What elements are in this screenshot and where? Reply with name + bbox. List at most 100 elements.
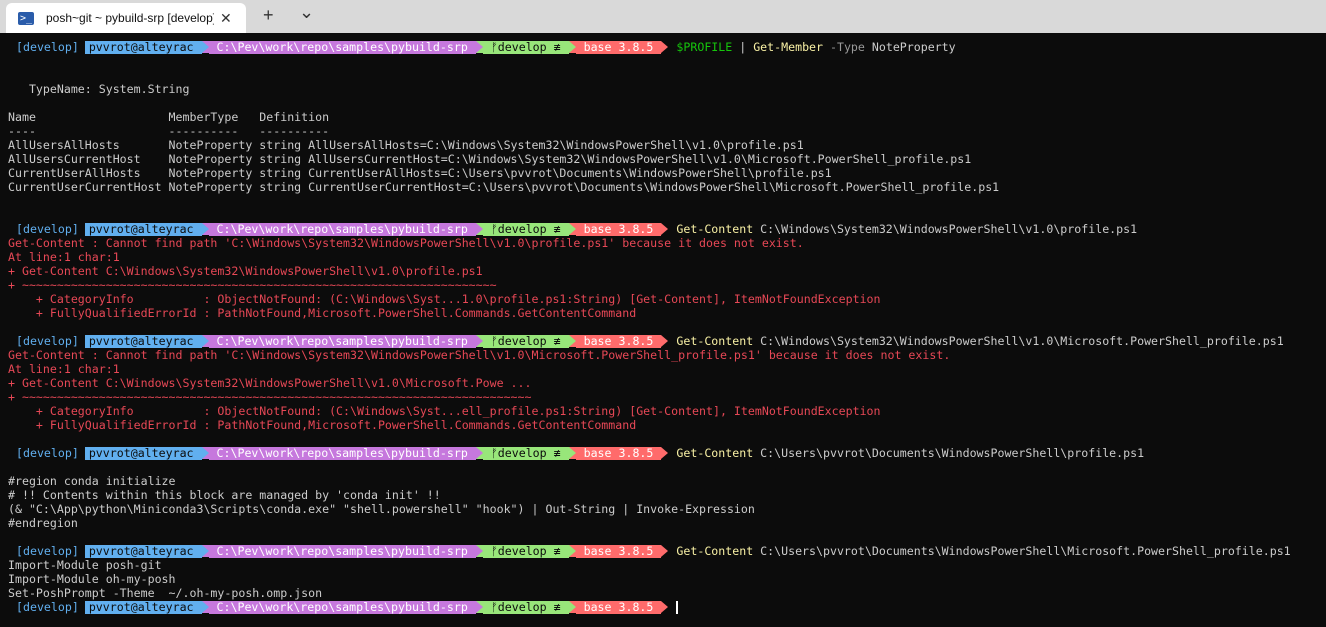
segment-separator — [568, 41, 576, 53]
error-line: + ~~~~~~~~~~~~~~~~~~~~~~~~~~~~~~~~~~~~~~… — [8, 278, 497, 292]
segment-separator — [201, 447, 209, 459]
git-status-segment: ᚠdevelop ≢ — [482, 544, 569, 558]
output-line: Import-Module oh-my-posh — [8, 572, 176, 586]
error-line: + Get-Content C:\Windows\System32\Window… — [8, 376, 532, 390]
error-line: At line:1 char:1 — [8, 250, 120, 264]
conda-env-segment: base 3.8.5 — [575, 40, 662, 54]
segment-separator — [201, 601, 209, 613]
output-line: #region conda initialize — [8, 474, 176, 488]
error-line: + FullyQualifiedErrorId : PathNotFound,M… — [8, 418, 637, 432]
error-line: At line:1 char:1 — [8, 362, 120, 376]
user-host-segment: pvvrot@alteyrac — [84, 446, 202, 460]
conda-env-segment: base 3.8.5 — [575, 222, 662, 236]
segment-separator — [661, 335, 669, 347]
segment-separator — [568, 601, 576, 613]
error-line: Get-Content : Cannot find path 'C:\Windo… — [8, 348, 951, 362]
user-host-segment: pvvrot@alteyrac — [84, 40, 202, 54]
output-line: Name MemberType Definition — [8, 110, 330, 124]
command-text: C:\Users\pvvrot\Documents\WindowsPowerSh… — [753, 446, 1145, 460]
git-branch-label: [develop] — [16, 333, 79, 348]
output-line: #endregion — [8, 516, 78, 530]
error-line: + ~~~~~~~~~~~~~~~~~~~~~~~~~~~~~~~~~~~~~~… — [8, 390, 532, 404]
error-line: + Get-Content C:\Windows\System32\Window… — [8, 264, 483, 278]
prompt: [develop] pvvrot@alteyrac C:\Pev\work\repo… — [8, 543, 669, 558]
terminal-output[interactable]: [develop] pvvrot@alteyrac C:\Pev\work\repo… — [0, 33, 1326, 627]
command-text: NoteProperty — [864, 40, 956, 54]
output-line: Import-Module posh-git — [8, 558, 162, 572]
output-line: TypeName: System.String — [8, 82, 190, 96]
prompt-line: [develop] pvvrot@alteyrac C:\Pev\work\repo… — [8, 222, 1137, 236]
command-text: Get-Content — [676, 222, 754, 236]
output-line: (& "C:\App\python\Miniconda3\Scripts\con… — [8, 502, 755, 516]
command-text: Get-Content — [676, 544, 754, 558]
prompt: [develop] pvvrot@alteyrac C:\Pev\work\repo… — [8, 599, 669, 614]
conda-env-segment: base 3.8.5 — [575, 544, 662, 558]
output-line: ---- ---------- ---------- — [8, 124, 330, 138]
git-status-segment: ᚠdevelop ≢ — [482, 600, 569, 614]
prompt-line: [develop] pvvrot@alteyrac C:\Pev\work\repo… — [8, 446, 1144, 460]
segment-separator — [568, 223, 576, 235]
terminal-tab[interactable]: >_ posh~git ~ pybuild-srp [develop] ✕ — [6, 3, 246, 33]
git-branch-label: [develop] — [16, 599, 79, 614]
segment-separator — [568, 335, 576, 347]
path-segment: C:\Pev\work\repo\samples\pybuild-srp — [208, 544, 476, 558]
output-line: CurrentUserAllHosts NoteProperty string … — [8, 166, 832, 180]
command-text: | — [732, 40, 754, 54]
command-text: C:\Windows\System32\WindowsPowerShell\v1… — [753, 222, 1138, 236]
output-line: # !! Contents within this block are mana… — [8, 488, 441, 502]
prompt-line: [develop] pvvrot@alteyrac C:\Pev\work\repo… — [8, 40, 956, 54]
git-status-segment: ᚠdevelop ≢ — [482, 446, 569, 460]
segment-separator — [661, 601, 669, 613]
path-segment: C:\Pev\work\repo\samples\pybuild-srp — [208, 222, 476, 236]
prompt-line[interactable]: [develop] pvvrot@alteyrac C:\Pev\work\repo… — [8, 599, 679, 614]
segment-separator — [661, 545, 669, 557]
command-text: C:\Users\pvvrot\Documents\WindowsPowerSh… — [753, 544, 1291, 558]
segment-separator — [661, 447, 669, 459]
git-status-segment: ᚠdevelop ≢ — [482, 40, 569, 54]
user-host-segment: pvvrot@alteyrac — [84, 222, 202, 236]
command-text: -Type — [823, 40, 865, 54]
segment-separator — [475, 447, 483, 459]
path-segment: C:\Pev\work\repo\samples\pybuild-srp — [208, 446, 476, 460]
segment-separator — [201, 545, 209, 557]
prompt: [develop] pvvrot@alteyrac C:\Pev\work\repo… — [8, 445, 669, 460]
conda-env-segment: base 3.8.5 — [575, 334, 662, 348]
prompt: [develop] pvvrot@alteyrac C:\Pev\work\repo… — [8, 39, 669, 54]
conda-env-segment: base 3.8.5 — [575, 446, 662, 460]
error-line: + CategoryInfo : ObjectNotFound: (C:\Win… — [8, 292, 881, 306]
git-branch-label: [develop] — [16, 445, 79, 460]
path-segment: C:\Pev\work\repo\samples\pybuild-srp — [208, 600, 476, 614]
command-text: Get-Content — [676, 334, 754, 348]
segment-separator — [661, 223, 669, 235]
command-text: $PROFILE — [676, 40, 733, 54]
prompt: [develop] pvvrot@alteyrac C:\Pev\work\repo… — [8, 221, 669, 236]
segment-separator — [475, 601, 483, 613]
path-segment: C:\Pev\work\repo\samples\pybuild-srp — [208, 334, 476, 348]
output-line: Set-PoshPrompt -Theme ~/.oh-my-posh.omp.… — [8, 586, 323, 600]
user-host-segment: pvvrot@alteyrac — [84, 334, 202, 348]
prompt-line: [develop] pvvrot@alteyrac C:\Pev\work\repo… — [8, 334, 1284, 348]
user-host-segment: pvvrot@alteyrac — [84, 544, 202, 558]
git-branch-label: [develop] — [16, 543, 79, 558]
segment-separator — [201, 41, 209, 53]
path-segment: C:\Pev\work\repo\samples\pybuild-srp — [208, 40, 476, 54]
chevron-down-icon[interactable]: ⌄ — [299, 2, 314, 22]
output-line: CurrentUserCurrentHost NoteProperty stri… — [8, 180, 1000, 194]
title-bar: >_ posh~git ~ pybuild-srp [develop] ✕ + … — [0, 0, 1326, 33]
git-branch-label: [develop] — [16, 221, 79, 236]
prompt: [develop] pvvrot@alteyrac C:\Pev\work\repo… — [8, 333, 669, 348]
close-tab-icon[interactable]: ✕ — [220, 10, 232, 27]
segment-separator — [201, 223, 209, 235]
error-line: Get-Content : Cannot find path 'C:\Windo… — [8, 236, 804, 250]
error-line: + FullyQualifiedErrorId : PathNotFound,M… — [8, 306, 637, 320]
prompt-line: [develop] pvvrot@alteyrac C:\Pev\work\repo… — [8, 544, 1291, 558]
command-text: Get-Member — [753, 40, 824, 54]
segment-separator — [568, 447, 576, 459]
git-branch-label: [develop] — [16, 39, 79, 54]
segment-separator — [201, 335, 209, 347]
new-tab-button[interactable]: + — [263, 5, 274, 25]
output-line: AllUsersAllHosts NoteProperty string All… — [8, 138, 804, 152]
text-cursor — [676, 600, 679, 614]
segment-separator — [475, 41, 483, 53]
command-text: Get-Content — [676, 446, 754, 460]
